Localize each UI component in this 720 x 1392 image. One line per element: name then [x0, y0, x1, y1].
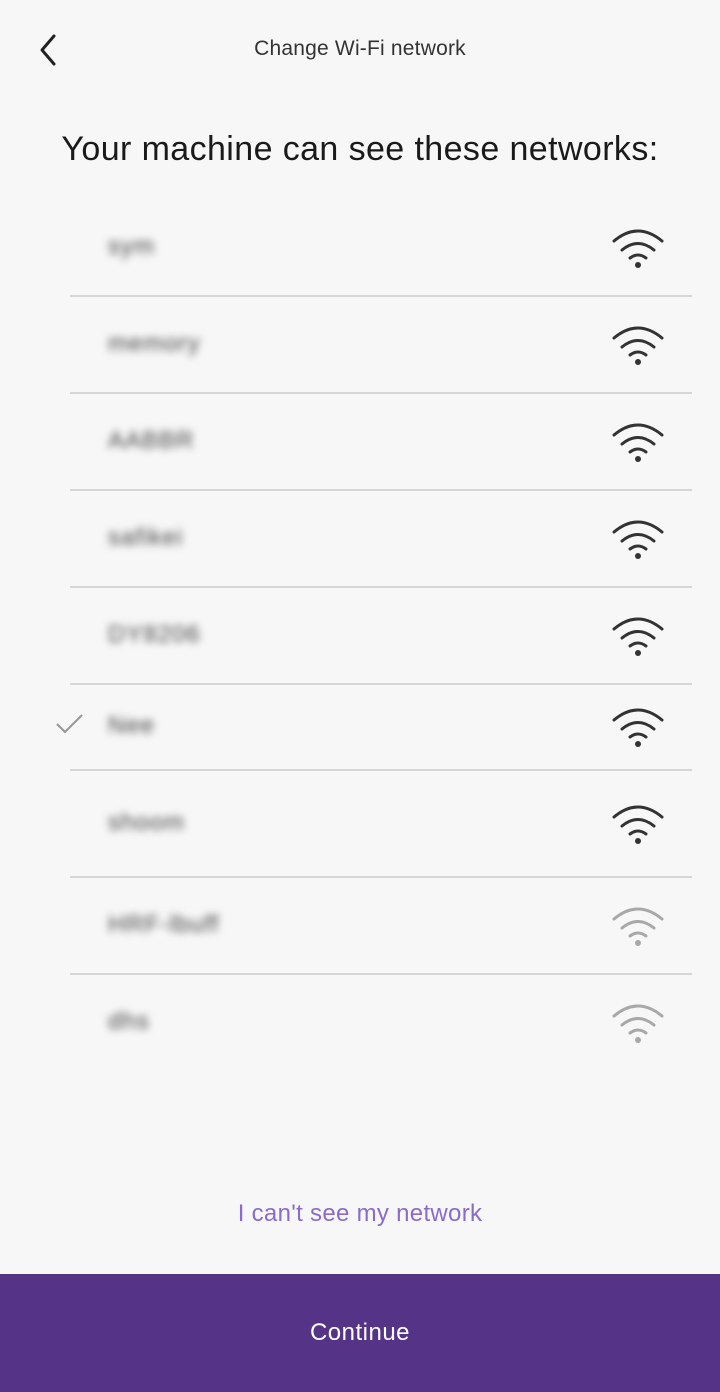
wifi-signal-icon: [612, 805, 664, 844]
checkmark-icon: [56, 714, 83, 734]
page-title: Change Wi-Fi network: [254, 37, 466, 60]
network-name: safikei: [108, 523, 184, 551]
network-name: AABBR: [108, 426, 195, 454]
wifi-signal-icon: [612, 617, 664, 656]
network-row[interactable]: DY8206: [0, 588, 720, 685]
network-row[interactable]: memory: [0, 297, 720, 394]
network-row[interactable]: AABBR: [0, 394, 720, 491]
wifi-signal-icon: [612, 907, 664, 946]
continue-button[interactable]: Continue: [0, 1274, 720, 1392]
network-name: dhs: [108, 1007, 150, 1035]
network-name: memory: [108, 329, 201, 357]
cant-see-network-link[interactable]: I can't see my network: [0, 1200, 720, 1228]
change-wifi-screen: Change Wi-Fi network Your machine can se…: [0, 0, 720, 1392]
wifi-signal-icon: [612, 520, 664, 559]
network-list: sym memory AABBR safikei DY8206 Nee shoom HRF-l…: [0, 200, 720, 1072]
header: Change Wi-Fi network: [0, 0, 720, 100]
network-name: DY8206: [108, 620, 201, 648]
network-row[interactable]: dhs: [0, 975, 720, 1072]
wifi-signal-icon: [612, 1004, 664, 1043]
wifi-signal-icon: [612, 326, 664, 365]
wifi-signal-icon: [612, 423, 664, 462]
network-row[interactable]: HRF-lbuff: [0, 878, 720, 975]
network-name: HRF-lbuff: [108, 910, 220, 938]
network-row[interactable]: Nee: [0, 685, 720, 771]
network-name: shoom: [108, 808, 186, 836]
network-row[interactable]: sym: [0, 200, 720, 297]
network-row[interactable]: safikei: [0, 491, 720, 588]
network-name: Nee: [108, 712, 156, 739]
network-row[interactable]: shoom: [0, 771, 720, 878]
networks-heading: Your machine can see these networks:: [61, 130, 659, 168]
wifi-signal-icon: [612, 708, 664, 747]
wifi-signal-icon: [612, 229, 664, 268]
network-name: sym: [108, 232, 155, 260]
continue-label: Continue: [309, 1319, 411, 1346]
